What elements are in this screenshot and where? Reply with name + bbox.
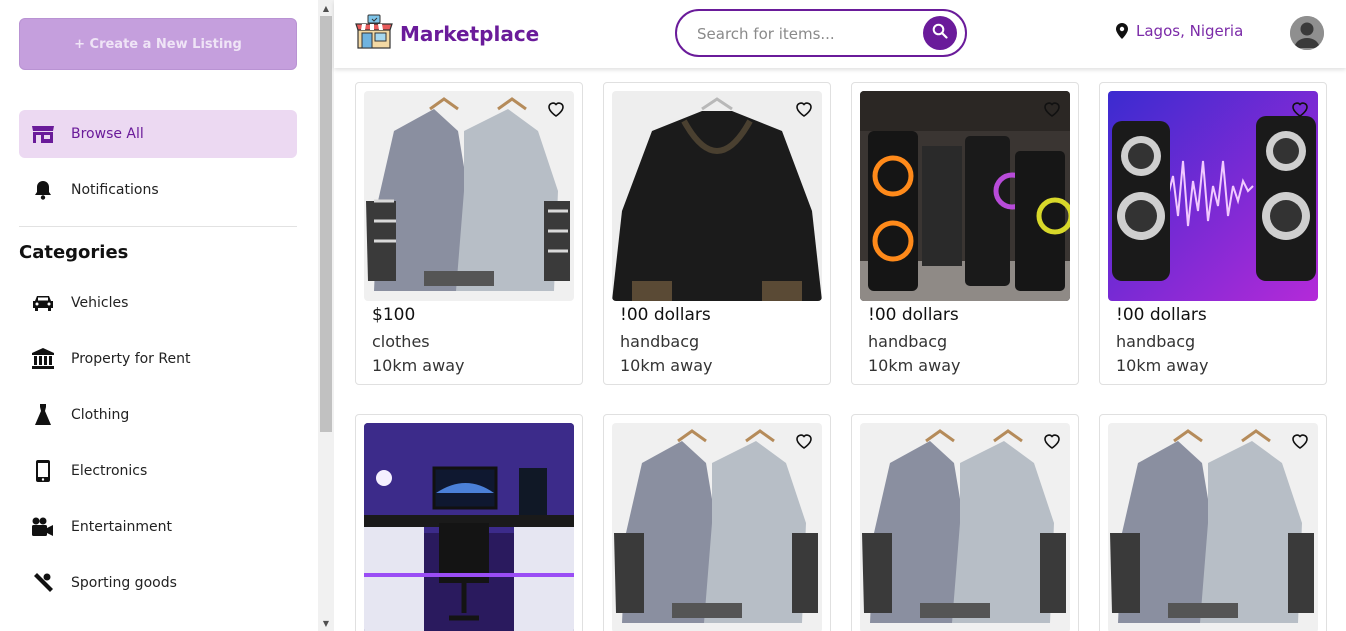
building-icon bbox=[31, 347, 55, 371]
logo-text: Marketplace bbox=[400, 22, 540, 46]
sidebar-item-notifications[interactable]: Notifications bbox=[19, 166, 297, 214]
categories-heading: Categories bbox=[19, 242, 129, 263]
favorite-heart-icon[interactable] bbox=[1042, 431, 1062, 451]
search-bar bbox=[675, 9, 967, 57]
avatar[interactable] bbox=[1290, 16, 1324, 50]
map-pin-icon bbox=[1116, 23, 1128, 39]
sidebar-item-entertainment[interactable]: Entertainment bbox=[19, 503, 297, 551]
listing-image[interactable] bbox=[364, 91, 574, 301]
logo[interactable]: Marketplace bbox=[354, 14, 539, 54]
listing-card[interactable]: $100 clothes 10km away bbox=[355, 82, 583, 385]
listing-category: handbacg bbox=[1116, 332, 1196, 351]
store-icon bbox=[31, 122, 55, 146]
sidebar-item-label: Property for Rent bbox=[71, 351, 191, 367]
listing-card[interactable]: !00 dollars handbacg 10km away bbox=[603, 82, 831, 385]
search-button[interactable] bbox=[923, 16, 957, 50]
listing-distance: 10km away bbox=[868, 356, 961, 375]
dress-icon bbox=[31, 403, 55, 427]
location-text: Lagos, Nigeria bbox=[1136, 22, 1244, 40]
listing-card[interactable] bbox=[603, 414, 831, 631]
search-input[interactable] bbox=[697, 23, 907, 45]
listing-distance: 10km away bbox=[1116, 356, 1209, 375]
sidebar-item-electronics[interactable]: Electronics bbox=[19, 447, 297, 495]
listing-distance: 10km away bbox=[620, 356, 713, 375]
listing-card[interactable] bbox=[355, 414, 583, 631]
phone-icon bbox=[31, 459, 55, 483]
listing-card[interactable]: !00 dollars handbacg 10km away bbox=[1099, 82, 1327, 385]
favorite-heart-icon[interactable] bbox=[1290, 431, 1310, 451]
sidebar-item-label: Electronics bbox=[71, 463, 148, 479]
scroll-up-arrow-icon[interactable]: ▲ bbox=[318, 0, 334, 16]
sidebar-scrollbar[interactable]: ▲ ▼ bbox=[318, 0, 334, 631]
listing-price: $100 bbox=[372, 305, 416, 325]
scroll-thumb[interactable] bbox=[320, 16, 332, 432]
search-icon bbox=[932, 23, 948, 43]
listing-card[interactable] bbox=[1099, 414, 1327, 631]
sidebar: + Create a New Listing Browse All Notifi… bbox=[0, 0, 318, 631]
create-listing-button[interactable]: + Create a New Listing bbox=[19, 18, 297, 70]
top-header: Marketplace Lagos, Nigeria bbox=[334, 0, 1346, 68]
listing-distance: 10km away bbox=[372, 356, 465, 375]
listing-category: handbacg bbox=[868, 332, 948, 351]
listing-image[interactable] bbox=[860, 423, 1070, 631]
listing-price: !00 dollars bbox=[1116, 305, 1207, 325]
sidebar-item-label: Browse All bbox=[71, 126, 144, 142]
listing-image[interactable] bbox=[1108, 91, 1318, 301]
listing-price: !00 dollars bbox=[868, 305, 959, 325]
scroll-down-arrow-icon[interactable]: ▼ bbox=[318, 615, 334, 631]
favorite-heart-icon[interactable] bbox=[1290, 99, 1310, 119]
bell-icon bbox=[31, 178, 55, 202]
video-camera-icon bbox=[31, 515, 55, 539]
sidebar-item-vehicles[interactable]: Vehicles bbox=[19, 279, 297, 327]
listing-category: handbacg bbox=[620, 332, 700, 351]
favorite-heart-icon[interactable] bbox=[794, 99, 814, 119]
sidebar-item-browse-all[interactable]: Browse All bbox=[19, 110, 297, 158]
sports-icon bbox=[31, 571, 55, 595]
favorite-heart-icon[interactable] bbox=[546, 99, 566, 119]
divider bbox=[19, 226, 297, 227]
sidebar-item-label: Entertainment bbox=[71, 519, 173, 535]
sidebar-item-clothing[interactable]: Clothing bbox=[19, 391, 297, 439]
listing-image[interactable] bbox=[612, 91, 822, 301]
favorite-heart-icon[interactable] bbox=[1042, 99, 1062, 119]
sidebar-item-property-for-rent[interactable]: Property for Rent bbox=[19, 335, 297, 383]
sidebar-item-label: Clothing bbox=[71, 407, 130, 423]
favorite-heart-icon[interactable] bbox=[794, 431, 814, 451]
sidebar-item-label: Sporting goods bbox=[71, 575, 177, 591]
listing-card[interactable] bbox=[851, 414, 1079, 631]
sidebar-item-sporting-goods[interactable]: Sporting goods bbox=[19, 559, 297, 607]
listing-price: !00 dollars bbox=[620, 305, 711, 325]
sidebar-item-label: Notifications bbox=[71, 182, 159, 198]
car-icon bbox=[31, 291, 55, 315]
shop-logo-icon bbox=[354, 14, 394, 54]
listing-image[interactable] bbox=[364, 423, 574, 631]
location-selector[interactable]: Lagos, Nigeria bbox=[1116, 22, 1243, 40]
listing-image[interactable] bbox=[860, 91, 1070, 301]
listing-card[interactable]: !00 dollars handbacg 10km away bbox=[851, 82, 1079, 385]
listing-category: clothes bbox=[372, 332, 430, 351]
sidebar-item-label: Vehicles bbox=[71, 295, 129, 311]
listing-image[interactable] bbox=[1108, 423, 1318, 631]
listing-image[interactable] bbox=[612, 423, 822, 631]
